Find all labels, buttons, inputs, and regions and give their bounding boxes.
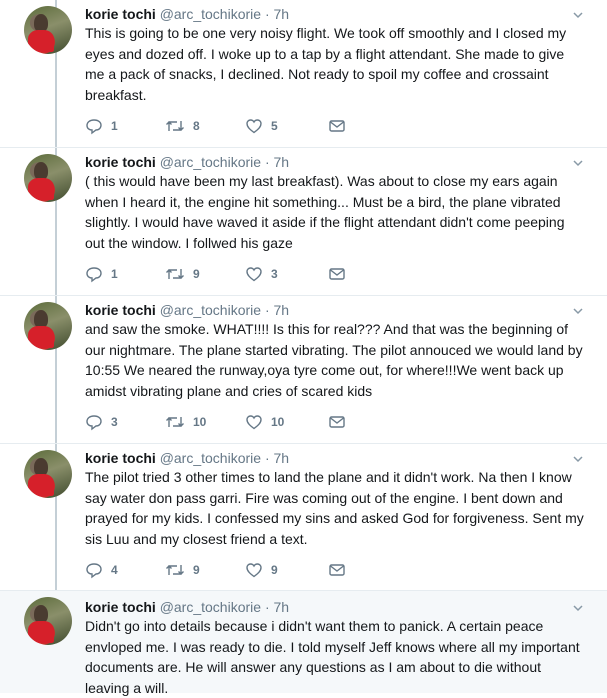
timestamp[interactable]: 7h [274, 599, 290, 615]
tweet-text: This is going to be one very noisy fligh… [85, 25, 567, 103]
timestamp[interactable]: 7h [274, 154, 290, 170]
tweet-text: and saw the smoke. WHAT!!!! Is this for … [85, 321, 583, 399]
like-count: 5 [271, 119, 278, 133]
tweet-header: korie tochi @arc_tochikorie · 7h [85, 152, 289, 172]
heart-icon [246, 119, 262, 134]
heart-icon [246, 415, 262, 430]
message-button[interactable] [328, 264, 346, 284]
like-button[interactable]: 10 [245, 412, 284, 432]
reply-button[interactable]: 3 [85, 412, 118, 432]
reply-icon [86, 563, 102, 579]
retweet-button[interactable]: 8 [165, 116, 200, 136]
tweet[interactable]: korie tochi @arc_tochikorie · 7h This is… [0, 0, 607, 148]
reply-count: 3 [111, 415, 118, 429]
timestamp[interactable]: 7h [274, 302, 290, 318]
retweet-icon [166, 565, 184, 575]
user-handle[interactable]: @arc_tochikorie [160, 302, 261, 318]
like-button[interactable]: 5 [245, 116, 278, 136]
tweet-header: korie tochi @arc_tochikorie · 7h [85, 448, 289, 468]
reply-icon [86, 119, 102, 135]
display-name[interactable]: korie tochi [85, 450, 156, 466]
retweet-count: 9 [193, 267, 200, 281]
separator-dot: · [264, 599, 270, 615]
tweet-header: korie tochi @arc_tochikorie · 7h [85, 300, 289, 320]
display-name[interactable]: korie tochi [85, 302, 156, 318]
message-button[interactable] [328, 116, 346, 136]
chevron-down-icon[interactable] [573, 306, 583, 316]
display-name[interactable]: korie tochi [85, 599, 156, 615]
tweet-text: The pilot tried 3 other times to land th… [85, 469, 584, 547]
envelope-icon [329, 564, 345, 576]
like-count: 10 [271, 415, 285, 429]
retweet-button[interactable]: 10 [165, 412, 206, 432]
retweet-button[interactable]: 9 [165, 264, 200, 284]
reply-count: 1 [111, 119, 118, 133]
like-button[interactable]: 3 [245, 264, 278, 284]
tweet[interactable]: korie tochi @arc_tochikorie · 7h The pil… [0, 444, 607, 591]
chevron-down-icon[interactable] [573, 603, 583, 613]
timestamp[interactable]: 7h [274, 450, 290, 466]
reply-button[interactable]: 1 [85, 264, 118, 284]
heart-icon [246, 267, 262, 282]
message-button[interactable] [328, 412, 346, 432]
separator-dot: · [264, 450, 270, 466]
reply-count: 1 [111, 267, 118, 281]
user-handle[interactable]: @arc_tochikorie [160, 154, 261, 170]
tweet[interactable]: korie tochi @arc_tochikorie · 7h and saw… [0, 296, 607, 444]
envelope-icon [329, 416, 345, 428]
retweet-count: 9 [193, 563, 200, 577]
chevron-down-icon[interactable] [573, 10, 583, 20]
retweet-icon [166, 417, 184, 427]
tweet-highlighted[interactable]: korie tochi @arc_tochikorie · 7h Didn't … [0, 591, 607, 696]
display-name[interactable]: korie tochi [85, 6, 156, 22]
chevron-down-icon[interactable] [573, 158, 583, 168]
retweet-count: 10 [193, 415, 207, 429]
tweet-header: korie tochi @arc_tochikorie · 7h [85, 4, 289, 24]
avatar[interactable] [24, 597, 72, 645]
reply-count: 4 [111, 563, 118, 577]
retweet-icon [166, 121, 184, 131]
user-handle[interactable]: @arc_tochikorie [160, 450, 261, 466]
retweet-button[interactable]: 9 [165, 560, 200, 580]
reply-icon [86, 267, 102, 283]
tweet[interactable]: korie tochi @arc_tochikorie · 7h ( this … [0, 148, 607, 296]
heart-icon [246, 563, 262, 578]
avatar[interactable] [24, 450, 72, 498]
user-handle[interactable]: @arc_tochikorie [160, 6, 261, 22]
reply-button[interactable]: 4 [85, 560, 118, 580]
envelope-icon [329, 268, 345, 280]
like-count: 9 [271, 563, 278, 577]
tweet-text: Didn't go into details because i didn't … [85, 618, 580, 696]
like-count: 3 [271, 267, 278, 281]
timestamp[interactable]: 7h [274, 6, 290, 22]
tweet-header: korie tochi @arc_tochikorie · 7h [85, 597, 289, 617]
chevron-down-icon[interactable] [573, 454, 583, 464]
reply-button[interactable]: 1 [85, 116, 118, 136]
retweet-icon [166, 269, 184, 279]
reply-icon [86, 415, 102, 431]
avatar[interactable] [24, 302, 72, 350]
separator-dot: · [264, 154, 270, 170]
separator-dot: · [264, 6, 270, 22]
display-name[interactable]: korie tochi [85, 154, 156, 170]
separator-dot: · [264, 302, 270, 318]
avatar[interactable] [24, 154, 72, 202]
like-button[interactable]: 9 [245, 560, 278, 580]
message-button[interactable] [328, 560, 346, 580]
avatar[interactable] [24, 6, 72, 54]
tweet-text: ( this would have been my last breakfast… [85, 173, 565, 251]
user-handle[interactable]: @arc_tochikorie [160, 599, 261, 615]
retweet-count: 8 [193, 119, 200, 133]
envelope-icon [329, 120, 345, 132]
